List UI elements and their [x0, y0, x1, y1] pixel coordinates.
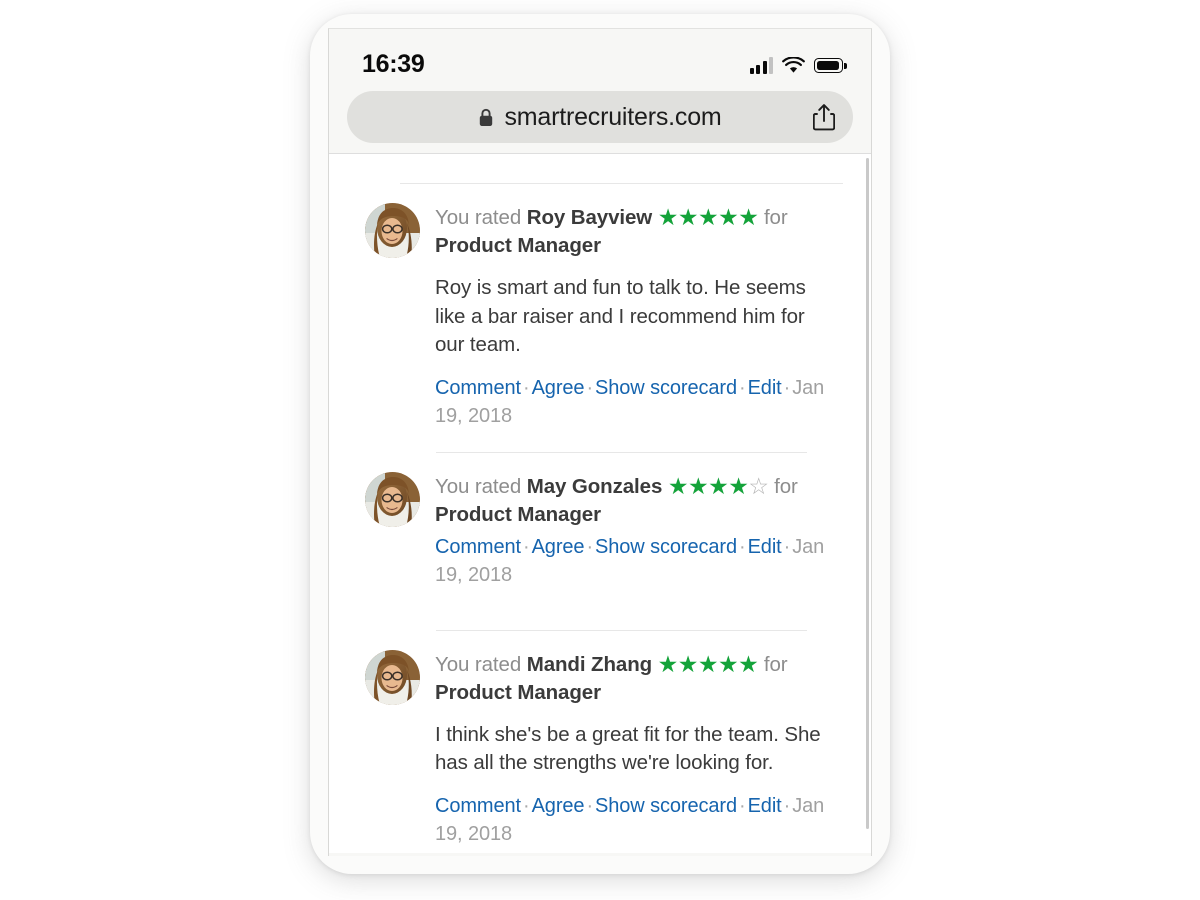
avatar-photo	[365, 649, 420, 705]
cellular-signal-icon	[749, 57, 773, 74]
star-rating: ★★★★★	[657, 204, 759, 230]
browser-toolbar: smartrecruiters.com	[329, 91, 871, 153]
avatar	[365, 471, 420, 527]
comment-link[interactable]: Comment	[435, 377, 521, 399]
web-page-viewport: You rated Roy Bayview ★★★★★ for Product …	[329, 153, 871, 853]
agree-link[interactable]: Agree	[532, 795, 585, 817]
feed-item-body: You rated Mandi Zhang ★★★★★ for Product …	[435, 650, 835, 848]
avatar	[365, 649, 420, 705]
action-separator: ·	[586, 535, 593, 558]
status-bar-icons	[749, 52, 847, 74]
candidate-name[interactable]: Roy Bayview	[527, 206, 652, 229]
action-separator: ·	[523, 535, 530, 558]
action-separator: ·	[586, 794, 593, 817]
share-icon[interactable]	[813, 104, 835, 131]
comment-link[interactable]: Comment	[435, 536, 521, 558]
candidate-name[interactable]: May Gonzales	[527, 475, 663, 498]
comment-link[interactable]: Comment	[435, 795, 521, 817]
edit-link[interactable]: Edit	[748, 795, 782, 817]
status-bar-clock: 16:39	[362, 50, 425, 78]
action-separator: ·	[739, 794, 746, 817]
avatar	[365, 203, 420, 258]
address-bar-content: smartrecruiters.com	[478, 102, 722, 132]
rating-headline: You rated Roy Bayview ★★★★★ for Product …	[435, 204, 835, 260]
action-separator: ·	[783, 535, 791, 558]
battery-icon	[814, 58, 847, 73]
candidate-name[interactable]: Mandi Zhang	[527, 653, 652, 676]
address-bar-url: smartrecruiters.com	[504, 102, 722, 131]
action-separator: ·	[586, 376, 593, 399]
rating-prefix: You rated	[435, 206, 522, 229]
review-text: I think she's be a great fit for the tea…	[435, 722, 821, 775]
feed-item-body: You rated Roy Bayview ★★★★★ for Product …	[435, 203, 835, 430]
feed-item-body: You rated May Gonzales ★★★★☆ for Product…	[435, 472, 835, 589]
rating-prefix: You rated	[435, 652, 522, 676]
phone-screen: 16:39 smartrecruiters.com You rated Roy …	[328, 28, 872, 856]
rating-headline: You rated May Gonzales ★★★★☆ for Product…	[435, 473, 835, 529]
rating-connector: for	[774, 474, 798, 498]
wifi-icon	[782, 57, 805, 73]
action-separator: ·	[523, 376, 530, 399]
feed-item-actions: Comment · Agree · Show scorecard · Edit · Jan 19…	[435, 533, 835, 589]
job-role[interactable]: Product Manager	[435, 503, 601, 526]
feed-item-rating[interactable]: You rated May Gonzales ★★★★☆ for Product…	[365, 453, 835, 589]
feed-item-actions: Comment · Agree · Show scorecard · Edit · Jan 19…	[435, 792, 835, 848]
action-separator: ·	[739, 535, 746, 558]
job-role[interactable]: Product Manager	[435, 681, 601, 704]
action-separator: ·	[523, 794, 530, 817]
action-separator: ·	[783, 376, 791, 399]
rating-prefix: You rated	[435, 474, 522, 498]
action-separator: ·	[739, 376, 746, 399]
address-bar[interactable]: smartrecruiters.com	[347, 91, 853, 143]
show-scorecard-link[interactable]: Show scorecard	[595, 377, 737, 399]
job-role[interactable]: Product Manager	[435, 234, 601, 257]
rating-headline: You rated Mandi Zhang ★★★★★ for Product …	[435, 651, 835, 707]
lock-icon	[480, 108, 493, 126]
feed-item-rating[interactable]: You rated Roy Bayview ★★★★★ for Product …	[365, 184, 835, 430]
edit-link[interactable]: Edit	[748, 377, 782, 399]
ios-status-bar: 16:39	[329, 29, 871, 91]
screenshot-canvas: 16:39 smartrecruiters.com You rated Roy …	[0, 0, 1200, 900]
agree-link[interactable]: Agree	[532, 536, 585, 558]
agree-link[interactable]: Agree	[532, 377, 585, 399]
star-rating: ★★★★☆	[667, 472, 769, 499]
show-scorecard-link[interactable]: Show scorecard	[595, 536, 737, 558]
rating-connector: for	[763, 652, 788, 676]
feed-item-rating[interactable]: You rated Mandi Zhang ★★★★★ for Product …	[365, 631, 835, 848]
star-rating: ★★★★★	[657, 650, 759, 677]
rating-connector: for	[763, 206, 788, 229]
page-scrollbar[interactable]	[866, 158, 869, 830]
avatar-photo	[365, 471, 420, 527]
activity-feed: You rated Roy Bayview ★★★★★ for Product …	[329, 184, 871, 853]
review-text: Roy is smart and fun to talk to. He seem…	[435, 276, 806, 356]
show-scorecard-link[interactable]: Show scorecard	[595, 795, 737, 817]
edit-link[interactable]: Edit	[748, 536, 782, 558]
action-separator: ·	[783, 794, 791, 817]
avatar-photo	[365, 203, 420, 258]
feed-item-actions: Comment · Agree · Show scorecard · Edit · Jan 19…	[435, 374, 835, 430]
